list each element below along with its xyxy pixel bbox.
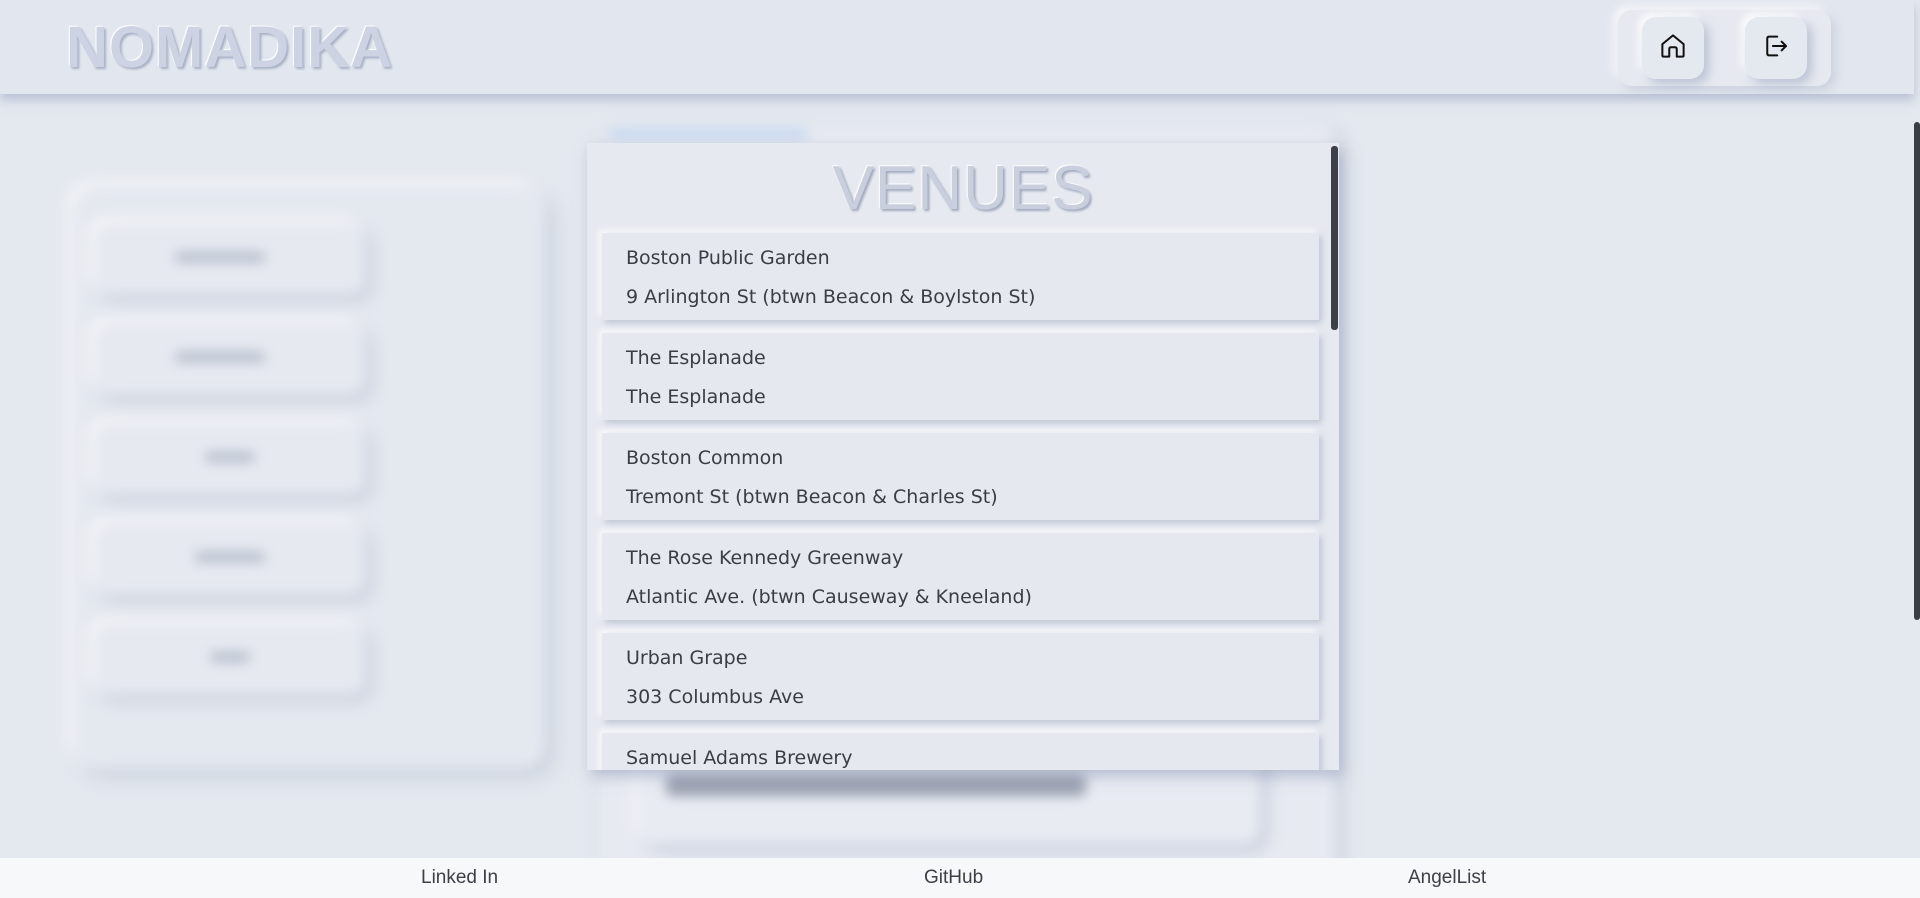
venue-name: Urban Grape (626, 647, 748, 669)
venue-item[interactable]: The Esplanade The Esplanade (602, 333, 1319, 420)
venue-item[interactable]: Boston Common Tremont St (btwn Beacon & … (602, 433, 1319, 520)
logout-icon (1761, 31, 1791, 65)
venue-name: Boston Public Garden (626, 247, 830, 269)
venue-item[interactable]: Urban Grape 303 Columbus Ave (602, 633, 1319, 720)
logout-button[interactable] (1745, 17, 1807, 79)
venue-item[interactable]: The Rose Kennedy Greenway Atlantic Ave. … (602, 533, 1319, 620)
blurred-category-card (95, 224, 365, 294)
venue-address: 303 Columbus Ave (626, 686, 804, 708)
page-scrollbar-thumb[interactable] (1914, 122, 1920, 620)
venue-item[interactable]: Boston Public Garden 9 Arlington St (btw… (602, 233, 1319, 320)
venue-list: Boston Public Garden 9 Arlington St (btw… (602, 233, 1319, 770)
blurred-category-card (95, 424, 365, 494)
venue-address: 9 Arlington St (btwn Beacon & Boylston S… (626, 286, 1036, 308)
nav-button-group (1618, 10, 1831, 86)
header: NOMADIKA (0, 0, 1914, 94)
home-button[interactable] (1642, 17, 1704, 79)
venues-title: VENUES (832, 154, 1094, 223)
venue-name: Boston Common (626, 447, 784, 469)
venue-address: Atlantic Ave. (btwn Causeway & Kneeland) (626, 586, 1032, 608)
github-link[interactable]: GitHub (924, 867, 983, 889)
angellist-link[interactable]: AngelList (1408, 867, 1486, 889)
blurred-category-card (95, 324, 365, 394)
venues-panel: VENUES Boston Public Garden 9 Arlington … (587, 143, 1339, 770)
venue-name: The Esplanade (626, 347, 766, 369)
venue-name: Samuel Adams Brewery (626, 747, 853, 769)
blurred-category-card (95, 524, 365, 594)
blurred-category-card (95, 624, 365, 694)
linkedin-link[interactable]: Linked In (421, 867, 498, 889)
venue-address: Tremont St (btwn Beacon & Charles St) (626, 486, 998, 508)
venues-scrollbar-thumb[interactable] (1331, 146, 1338, 330)
logo: NOMADIKA (66, 15, 393, 80)
footer: Linked In GitHub AngelList (0, 858, 1920, 898)
home-icon (1658, 31, 1688, 65)
venue-name: The Rose Kennedy Greenway (626, 547, 904, 569)
venue-address: The Esplanade (626, 386, 766, 408)
venue-item[interactable]: Samuel Adams Brewery (602, 733, 1319, 770)
